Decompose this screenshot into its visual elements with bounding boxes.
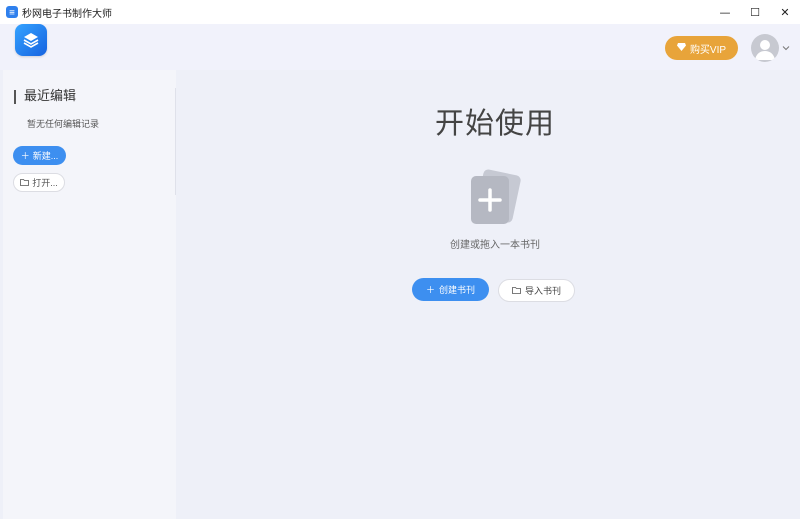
app-icon [6,6,18,18]
empty-recent-note: 暂无任何编辑记录 [27,120,100,130]
sidebar-new-label: 新建... [32,151,59,161]
recent-section-title: 最近编辑 [14,90,76,104]
page-title: 开始使用 [434,106,555,140]
sidebar-open-button[interactable]: 打开... [13,173,65,192]
import-book-label: 导入书刊 [524,286,561,296]
drop-hint-text: 创建或拖入一本书刊 [450,240,540,251]
create-book-label: 创建书刊 [439,285,476,295]
logo-icon [15,24,47,56]
plus-icon: ＋ [425,285,435,295]
title-bar: 秒网电子书制作大师 — ☐ ✕ [0,0,800,24]
avatar-user-icon [755,40,775,60]
minimize-button[interactable]: — [710,0,740,24]
folder-icon [20,178,30,188]
sidebar [3,70,176,519]
maximize-button[interactable]: ☐ [740,0,770,24]
create-book-button[interactable]: ＋ 创建书刊 [412,278,489,301]
close-button[interactable]: ✕ [770,0,800,24]
window-controls: — ☐ ✕ [710,0,800,24]
sidebar-divider [175,88,176,195]
app-header: 购买VIP [0,24,800,70]
diamond-icon [676,42,686,54]
import-book-button[interactable]: 导入书刊 [498,279,575,302]
buy-vip-label: 购买VIP [689,44,727,56]
folder-icon [512,286,521,296]
add-book-icon[interactable] [465,168,523,226]
window-title: 秒网电子书制作大师 [22,8,112,20]
sidebar-new-button[interactable]: ＋ 新建... [13,146,66,165]
avatar[interactable] [751,34,779,62]
buy-vip-button[interactable]: 购买VIP [665,36,738,60]
plus-icon: ＋ [20,151,30,161]
chevron-down-icon[interactable] [782,44,790,52]
sidebar-open-label: 打开... [32,178,58,188]
